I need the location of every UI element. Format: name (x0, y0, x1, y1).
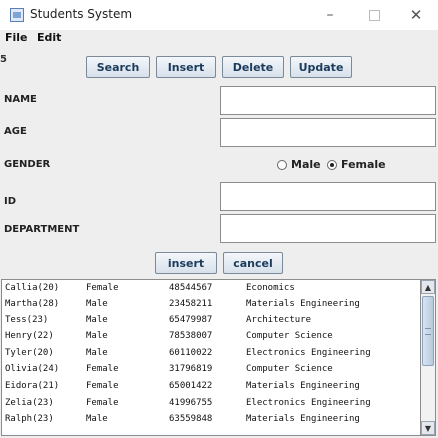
menu-file[interactable]: File (5, 31, 28, 44)
close-button[interactable]: ✕ (394, 3, 438, 27)
student-name: Martha(28) (5, 299, 60, 309)
id-field[interactable] (220, 182, 436, 211)
scroll-thumb[interactable] (422, 296, 434, 366)
student-name: Tyler(20) (5, 348, 54, 358)
student-department: Materials Engineering (246, 381, 360, 391)
table-row[interactable]: Henry(22) Male 78538007 Computer Science (2, 329, 421, 345)
table-row[interactable]: Zelia(23) Female 41996755 Electronics En… (2, 396, 421, 412)
student-gender: Male (86, 299, 108, 309)
student-name: Zelia(23) (5, 398, 54, 408)
student-id: 23458211 (169, 299, 213, 309)
table-row[interactable]: Callia(20) Female 48544567 Economics (2, 281, 421, 297)
insert-mode-button[interactable]: Insert (156, 56, 216, 78)
student-id: 78538007 (169, 331, 213, 341)
male-radio[interactable] (277, 159, 287, 170)
students-table[interactable]: Callia(20) Female 48544567 Economics Mar… (1, 279, 422, 436)
table-row[interactable]: Eidora(21) Female 65001422 Materials Eng… (2, 379, 421, 395)
student-gender: Female (86, 283, 119, 293)
side-mark: 5 (0, 54, 7, 65)
department-field[interactable] (220, 214, 436, 243)
table-row[interactable]: Tess(23) Male 65479987 Architecture (2, 313, 421, 329)
student-department: Electronics Engineering (246, 398, 371, 408)
insert-submit-button[interactable]: insert (155, 252, 217, 274)
student-gender: Male (86, 315, 108, 325)
maximize-icon (368, 9, 380, 21)
student-department: Electronics Engineering (246, 348, 371, 358)
window-title: Students System (30, 7, 133, 21)
student-id: 60110022 (169, 348, 213, 358)
menu-edit[interactable]: Edit (37, 31, 61, 44)
female-radio-label: Female (341, 158, 386, 171)
gender-label: GENDER (4, 159, 51, 170)
cancel-button[interactable]: cancel (223, 252, 283, 274)
student-gender: Male (86, 348, 108, 358)
male-radio-label: Male (291, 158, 321, 171)
student-id: 63559848 (169, 414, 213, 424)
student-name: Eidora(21) (5, 381, 60, 391)
maximize-button[interactable] (352, 3, 396, 27)
student-id: 65001422 (169, 381, 213, 391)
student-gender: Female (86, 364, 119, 374)
student-id: 48544567 (169, 283, 213, 293)
main-panel: 5 Search Insert Delete Update NAME AGE G… (0, 46, 438, 438)
student-name: Henry(22) (5, 331, 54, 341)
student-gender: Male (86, 414, 108, 424)
department-label: DEPARTMENT (4, 224, 80, 235)
age-field[interactable] (220, 118, 436, 147)
student-id: 65479987 (169, 315, 213, 325)
student-name: Ralph(23) (5, 414, 54, 424)
scroll-down-icon[interactable]: ▼ (421, 421, 435, 435)
scroll-up-icon[interactable]: ▲ (421, 280, 435, 294)
gender-female-option[interactable]: Female (327, 158, 386, 171)
student-id: 41996755 (169, 398, 213, 408)
student-gender: Female (86, 381, 119, 391)
gender-male-option[interactable]: Male (277, 158, 321, 171)
menu-bar: File Edit (0, 30, 438, 46)
female-radio[interactable] (327, 159, 337, 170)
age-label: AGE (4, 126, 27, 137)
student-name: Olivia(24) (5, 364, 60, 374)
table-row[interactable]: Olivia(24) Female 31796819 Computer Scie… (2, 362, 421, 378)
app-icon (10, 8, 24, 22)
minimize-button[interactable]: – (308, 3, 352, 27)
student-department: Computer Science (246, 331, 333, 341)
student-department: Materials Engineering (246, 299, 360, 309)
student-gender: Female (86, 398, 119, 408)
grip-icon (425, 328, 431, 335)
title-bar: Students System – ✕ (0, 0, 438, 30)
table-scrollbar[interactable]: ▲ ▼ (420, 279, 436, 436)
table-row[interactable]: Martha(28) Male 23458211 Materials Engin… (2, 297, 421, 313)
student-id: 31796819 (169, 364, 213, 374)
table-row[interactable]: Ralph(23) Male 63559848 Materials Engine… (2, 412, 421, 428)
name-label: NAME (4, 94, 37, 105)
name-field[interactable] (220, 86, 436, 115)
student-name: Callia(20) (5, 283, 60, 293)
delete-button[interactable]: Delete (222, 56, 284, 78)
student-gender: Male (86, 331, 108, 341)
student-department: Architecture (246, 315, 312, 325)
student-department: Economics (246, 283, 295, 293)
table-row[interactable]: Tyler(20) Male 60110022 Electronics Engi… (2, 346, 421, 362)
id-label: ID (4, 196, 17, 207)
update-button[interactable]: Update (290, 56, 352, 78)
student-name: Tess(23) (5, 315, 49, 325)
search-button[interactable]: Search (86, 56, 150, 78)
student-department: Materials Engineering (246, 414, 360, 424)
student-department: Computer Science (246, 364, 333, 374)
